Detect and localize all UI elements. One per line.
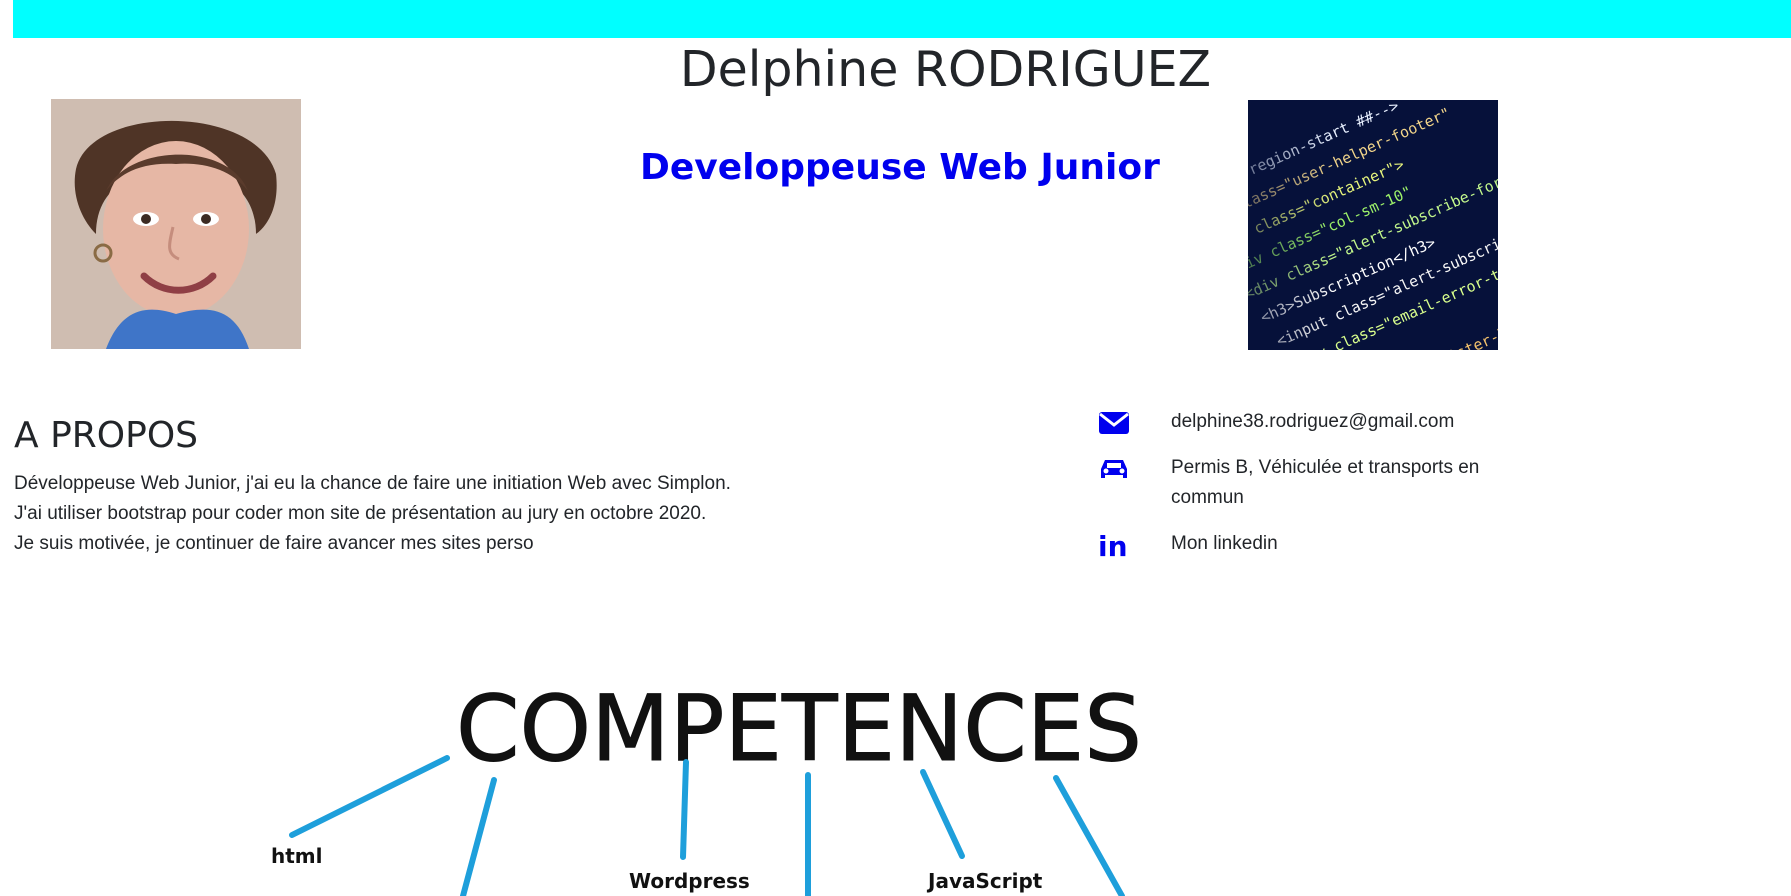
about-line-2: J'ai utiliser bootstrap pour coder mon s… [14,503,707,524]
top-bar [13,0,1791,38]
mobility-contact-row: Permis B, Véhiculée et transports en com… [1097,453,1517,513]
skill-html-label: html [271,844,323,868]
page-title: Delphine RODRIGUEZ [679,41,1212,98]
skills-title: COMPETENCES [456,677,1142,782]
email-contact-row: delphine38.rodriguez@gmail.com [1097,407,1517,437]
about-section-text: Développeuse Web Junior, j'ai eu la chan… [14,469,914,559]
skills-diagram-illustration: COMPETENCES html Wordpress JavaScript [271,677,1143,896]
about-section-title: A PROPOS [14,415,199,456]
mobility-info: Permis B, Véhiculée et transports en com… [1171,457,1480,508]
about-line-1: Développeuse Web Junior, j'ai eu la chan… [14,473,731,494]
linkedin-link[interactable]: Mon linkedin [1171,529,1278,559]
envelope-icon [1099,412,1129,434]
email-address[interactable]: delphine38.rodriguez@gmail.com [1171,407,1454,437]
linkedin-contact-row: in Mon linkedin [1097,529,1517,559]
skill-javascript-label: JavaScript [926,869,1043,893]
portfolio-page: Delphine RODRIGUEZ Developpeuse Web Juni… [0,0,1791,896]
skill-wordpress-label: Wordpress [629,869,750,893]
code-background-image: --ams-region-start ##--> div class="user… [1248,100,1498,350]
svg-text:in: in [1098,530,1128,559]
profile-photo [51,99,301,349]
about-line-3: Je suis motivée, je continuer de faire a… [14,533,534,554]
car-icon [1101,460,1127,478]
linkedin-icon: in [1098,530,1128,559]
contact-list: delphine38.rodriguez@gmail.com Permis B,… [1097,407,1517,575]
code-snippet-illustration: --ams-region-start ##--> div class="user… [1248,100,1498,350]
job-title: Developpeuse Web Junior [640,147,1160,188]
profile-portrait-illustration [51,99,301,349]
skills-diagram: COMPETENCES html Wordpress JavaScript [0,640,1791,896]
